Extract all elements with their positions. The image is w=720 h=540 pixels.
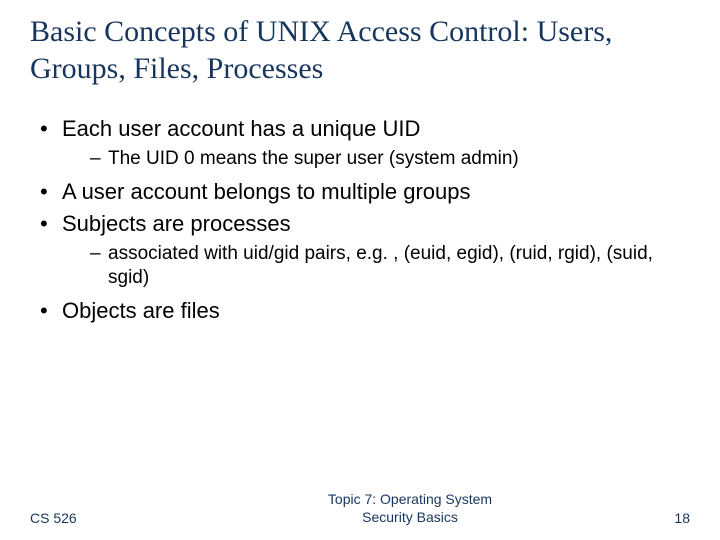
footer-page-number: 18 xyxy=(630,510,690,526)
sub-bullet-list: The UID 0 means the super user (system a… xyxy=(62,147,690,171)
bullet-item: Subjects are processes associated with u… xyxy=(38,210,690,291)
slide-title: Basic Concepts of UNIX Access Control: U… xyxy=(30,14,690,87)
bullet-list: Each user account has a unique UID The U… xyxy=(30,115,690,325)
slide: Basic Concepts of UNIX Access Control: U… xyxy=(0,0,720,540)
sub-bullet-text: The UID 0 means the super user (system a… xyxy=(108,148,519,169)
slide-footer: CS 526 Topic 7: Operating System Securit… xyxy=(0,491,720,526)
sub-bullet-text: associated with uid/gid pairs, e.g. , (e… xyxy=(108,243,653,288)
bullet-item: Each user account has a unique UID The U… xyxy=(38,115,690,171)
sub-bullet-item: The UID 0 means the super user (system a… xyxy=(90,147,690,171)
bullet-item: A user account belongs to multiple group… xyxy=(38,178,690,206)
sub-bullet-list: associated with uid/gid pairs, e.g. , (e… xyxy=(62,242,690,291)
footer-course: CS 526 xyxy=(30,510,190,526)
bullet-item: Objects are files xyxy=(38,297,690,325)
footer-topic-line2: Security Basics xyxy=(362,509,458,525)
footer-topic: Topic 7: Operating System Security Basic… xyxy=(190,491,630,526)
bullet-text: Each user account has a unique UID xyxy=(62,116,420,141)
bullet-text: Subjects are processes xyxy=(62,211,291,236)
bullet-text: A user account belongs to multiple group… xyxy=(62,179,470,204)
footer-topic-line1: Topic 7: Operating System xyxy=(328,491,492,507)
bullet-text: Objects are files xyxy=(62,298,220,323)
sub-bullet-item: associated with uid/gid pairs, e.g. , (e… xyxy=(90,242,690,291)
